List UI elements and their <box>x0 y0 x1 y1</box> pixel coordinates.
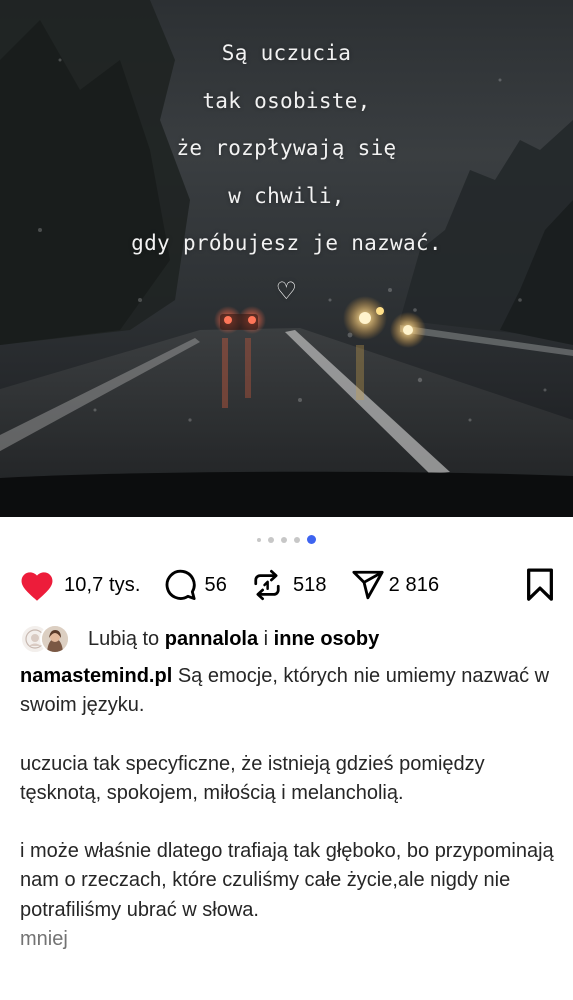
liked-by-user-link[interactable]: pannalola <box>165 628 258 650</box>
repost-icon <box>254 569 280 601</box>
send-paper-plane-icon <box>352 570 384 600</box>
reposts-count: 518 <box>292 573 327 596</box>
image-quote: Są uczucia tak osobiste, że rozpływają s… <box>0 30 573 315</box>
carousel-indicator <box>0 535 573 544</box>
bookmark-icon <box>527 568 553 601</box>
comment-button[interactable]: 56 <box>163 568 227 602</box>
comment-bubble-icon <box>165 569 196 601</box>
show-less-link[interactable]: mniej <box>20 925 557 954</box>
quote-heart-icon: ♡ <box>275 276 298 305</box>
caption-paragraph: namastemind.pl Są emocje, których nie um… <box>20 662 557 720</box>
likes-count: 10,7 tys. <box>64 573 141 596</box>
share-button[interactable]: 2 816 <box>351 568 440 602</box>
avatar <box>40 624 70 654</box>
quote-line: Są uczucia <box>221 41 352 65</box>
liked-by-others-link[interactable]: inne osoby <box>274 628 380 650</box>
caption-paragraph: i może właśnie dlatego trafiają tak głęb… <box>20 840 554 921</box>
carousel-dot-active <box>307 535 316 544</box>
post-image[interactable]: Są uczucia tak osobiste, że rozpływają s… <box>0 0 573 517</box>
liked-by-avatars <box>20 623 76 655</box>
comments-count: 56 <box>204 573 227 596</box>
save-button[interactable] <box>525 568 555 602</box>
liked-by-text: Lubią to pannalola i inne osoby <box>88 628 379 651</box>
carousel-dot <box>257 537 261 542</box>
carousel-dot <box>281 536 287 543</box>
quote-line: tak osobiste, <box>202 88 371 113</box>
heart-filled-icon <box>21 572 53 601</box>
like-button[interactable]: 10,7 tys. <box>18 568 141 602</box>
carousel-dot <box>294 536 300 543</box>
post-caption: namastemind.pl Są emocje, których nie um… <box>20 662 557 954</box>
caption-username-link[interactable]: namastemind.pl <box>20 665 172 687</box>
liked-by-prefix: Lubią to <box>88 627 160 650</box>
quote-line: że rozpływają się <box>176 136 397 160</box>
quote-line: gdy próbujesz je nazwać. <box>131 231 442 255</box>
repost-button[interactable]: 518 <box>252 568 327 602</box>
post-action-bar: 10,7 tys. 56 518 2 816 <box>18 563 555 607</box>
liked-by-row[interactable]: Lubią to pannalola i inne osoby <box>20 622 555 656</box>
quote-line: w chwili, <box>228 183 345 208</box>
shares-count: 2 816 <box>388 573 440 596</box>
carousel-dot <box>268 536 274 543</box>
liked-by-connector: i <box>263 627 269 650</box>
caption-paragraph: uczucia tak specyficzne, że istnieją gdz… <box>20 752 485 804</box>
